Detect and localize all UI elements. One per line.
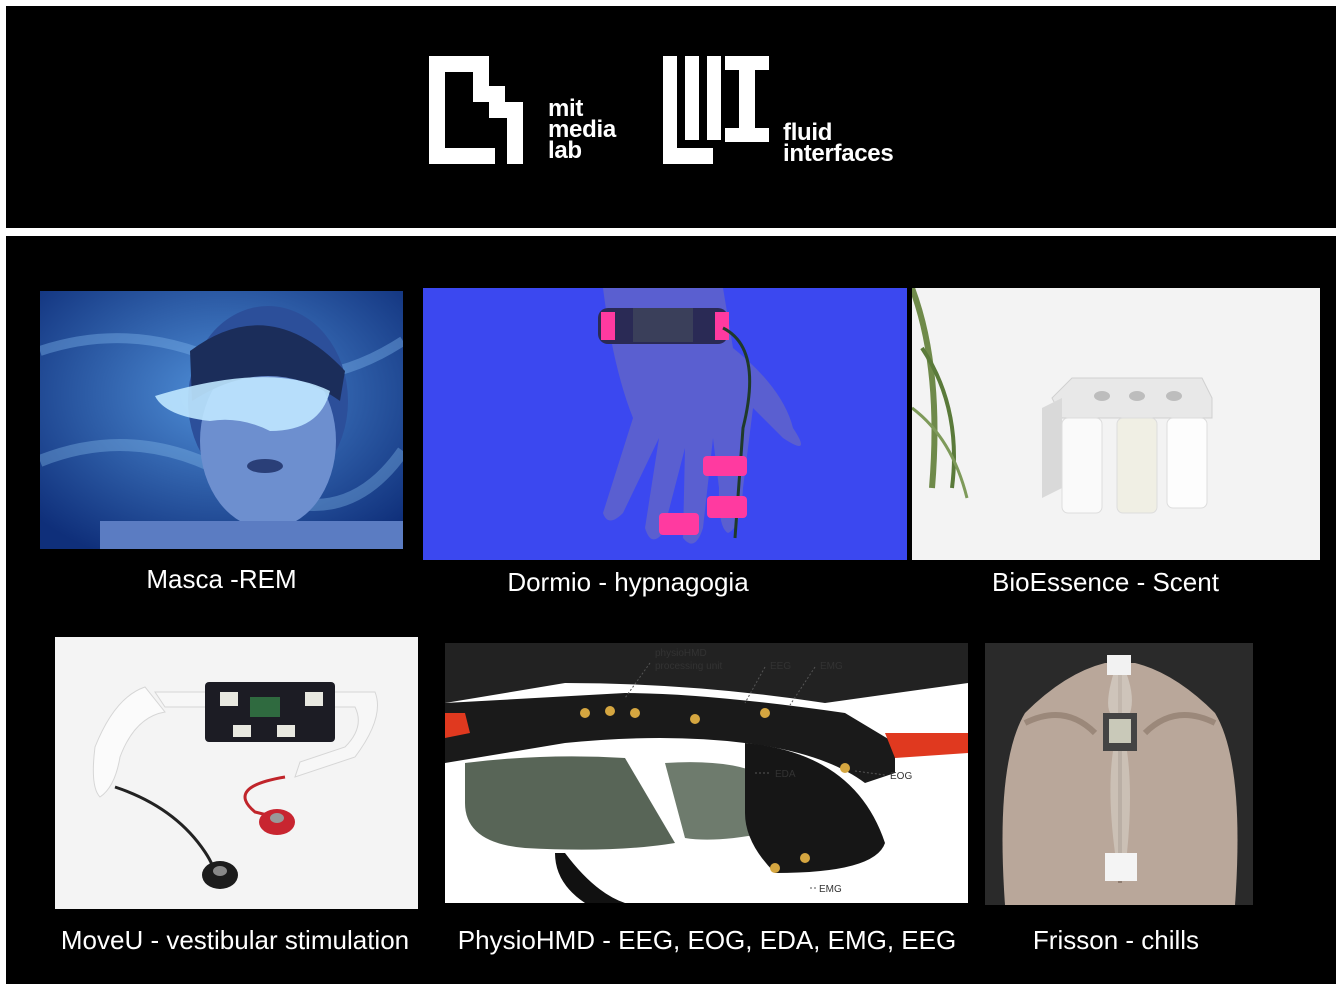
label-emg-top: EMG	[820, 661, 843, 672]
scent-device-photo-icon	[912, 288, 1320, 560]
moveu-photo	[55, 637, 418, 909]
label-eeg: EEG	[770, 661, 791, 672]
physiohmd-photo: physioHMD processing unit EEG EMG EDA EO…	[445, 643, 968, 903]
fluid-interfaces-text: fluid interfaces	[783, 121, 894, 167]
caption-dormio: Dormio - hypnagogia	[507, 567, 749, 597]
frisson-photo	[985, 643, 1253, 905]
back-wearable-photo-icon	[985, 643, 1253, 905]
label-physiohmd-unit-1: physioHMD	[655, 648, 707, 659]
caption-moveu: MoveU - vestibular stimulation	[60, 925, 410, 955]
mit-media-lab-logo-icon	[429, 56, 523, 164]
bioessence-photo	[912, 288, 1320, 560]
caption-masca: Masca -REM	[146, 564, 297, 594]
sleep-mask-photo-icon	[40, 291, 403, 549]
caption-bioessence: BioEssence - Scent	[992, 567, 1219, 597]
logo-line-interfaces: interfaces	[783, 140, 894, 167]
logo-line-lab: lab	[548, 137, 582, 164]
fluid-interfaces-logo-icon	[663, 56, 769, 164]
masca-photo	[40, 291, 403, 549]
caption-physiohmd: PhysioHMD - EEG, EOG, EDA, EMG, EEG	[457, 925, 957, 955]
header-band: mit media lab fluid interfaces	[6, 6, 1336, 228]
caption-frisson: Frisson - chills	[1032, 925, 1200, 955]
label-emg-bottom: EMG	[819, 884, 842, 895]
hmd-sensor-photo-icon: physioHMD processing unit EEG EMG EDA EO…	[445, 643, 968, 903]
label-eda: EDA	[775, 769, 796, 780]
label-eog: EOG	[890, 771, 912, 782]
label-physiohmd-unit-2: processing unit	[655, 661, 722, 672]
headset-electrode-photo-icon	[55, 637, 418, 909]
mit-media-lab-text: mit media lab	[548, 97, 616, 164]
dormio-photo	[423, 288, 907, 560]
hand-sensor-photo-icon	[423, 288, 907, 560]
